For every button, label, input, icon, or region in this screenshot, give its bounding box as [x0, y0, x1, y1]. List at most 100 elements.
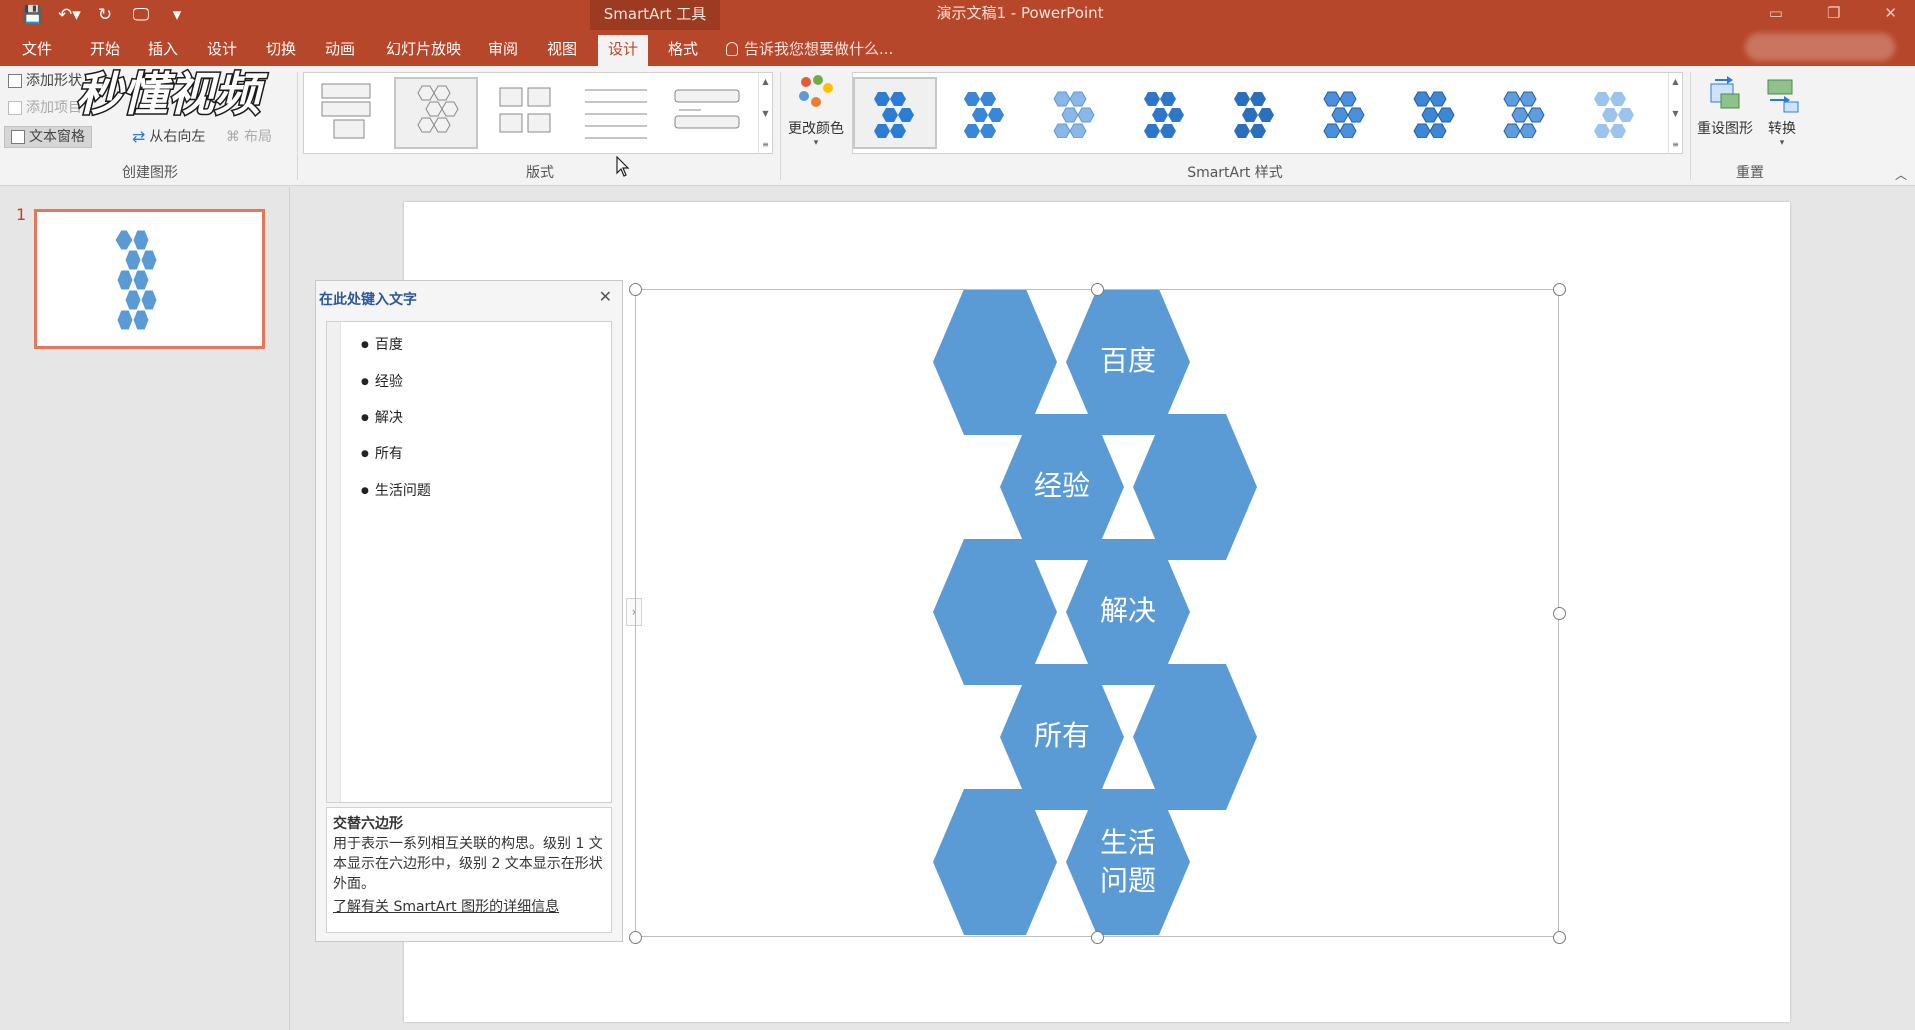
hexagon-shape[interactable]: [1133, 664, 1257, 810]
slideshow-icon[interactable]: 🖵: [130, 5, 152, 25]
smartart-text-pane: 在此处键入文字 ✕ 百度 经验 解决 所有 生活问题 交替六边形 用于表示一系列…: [315, 280, 623, 942]
resize-handle[interactable]: [1091, 931, 1104, 944]
style-option-8[interactable]: [1483, 77, 1567, 149]
reset-graphic-icon: [1710, 76, 1740, 109]
tab-format[interactable]: 格式: [658, 35, 708, 66]
hexagon-shape[interactable]: [933, 789, 1057, 935]
resize-handle[interactable]: [1091, 283, 1104, 296]
text-pane-icon: [11, 130, 25, 144]
text-pane-bullet-list[interactable]: 百度 经验 解决 所有 生活问题: [326, 321, 612, 803]
hex-label[interactable]: 百度: [1100, 344, 1156, 377]
bullet-item[interactable]: 百度: [361, 334, 403, 354]
mouse-cursor-icon: [616, 156, 630, 177]
bullet-item[interactable]: 所有: [361, 443, 403, 463]
bullet-item[interactable]: 生活问题: [361, 480, 431, 500]
save-icon[interactable]: 💾: [22, 5, 44, 25]
slide-thumbnails-pane: 1: [0, 187, 290, 1030]
layout-button[interactable]: ⌘ 布局: [226, 126, 272, 148]
bullet-item[interactable]: 经验: [361, 371, 403, 391]
thumbnail-hexagons: [114, 229, 158, 331]
layout-option-3[interactable]: [484, 77, 568, 149]
hex-label[interactable]: 所有: [1034, 719, 1090, 752]
collapse-ribbon-icon[interactable]: ︿: [1895, 166, 1907, 183]
smartart-frame[interactable]: 百度 经验 解决 所有 生活 问题: [629, 283, 1566, 944]
layouts-gallery[interactable]: ▲ ▼ ≡: [303, 72, 773, 154]
tell-me-box[interactable]: 告诉我您想要做什么...: [726, 35, 893, 63]
hexagon-shape[interactable]: [933, 290, 1057, 435]
create-graphic-group-label: 创建图形: [122, 165, 178, 181]
watermark-text: 秒懂视频: [76, 67, 268, 121]
layout-option-4[interactable]: [574, 77, 658, 149]
smartart-styles-group-label: SmartArt 样式: [1187, 165, 1283, 181]
right-to-left-button[interactable]: ⇄ 从右向左: [132, 126, 205, 148]
close-icon[interactable]: ✕: [1884, 4, 1897, 22]
learn-more-link[interactable]: 了解有关 SmartArt 图形的详细信息: [333, 897, 605, 917]
layout-description-title: 交替六边形: [333, 816, 403, 832]
hex-label[interactable]: 解决: [1100, 594, 1156, 627]
swap-arrows-icon: ⇄: [132, 127, 146, 146]
list-gutter: [327, 322, 341, 802]
add-shape-icon: [8, 74, 22, 88]
resize-handle[interactable]: [1553, 607, 1566, 620]
layout-description-body: 用于表示一系列相互关联的构思。级别 1 文本显示在六边形中，级别 2 文本显示在…: [333, 836, 603, 892]
styles-gallery-scroll[interactable]: ▲ ▼ ≡: [1668, 73, 1682, 153]
style-option-1[interactable]: [853, 77, 937, 149]
tab-slideshow[interactable]: 幻灯片放映: [376, 35, 471, 66]
layout-description: 交替六边形 用于表示一系列相互关联的构思。级别 1 文本显示在六边形中，级别 2…: [326, 807, 612, 933]
document-title: 演示文稿1 - PowerPoint: [936, 4, 1104, 22]
undo-icon[interactable]: ↶▾: [58, 5, 81, 25]
tab-review[interactable]: 审阅: [478, 35, 528, 66]
layout-icon: ⌘: [226, 129, 240, 145]
hexagon-shape[interactable]: [933, 539, 1057, 685]
hexagon-group: [933, 290, 1257, 935]
tab-file[interactable]: 文件: [12, 35, 62, 66]
lightbulb-icon: [726, 42, 738, 56]
restore-icon[interactable]: ❐: [1827, 4, 1840, 22]
convert-icon: [1767, 79, 1799, 113]
slide-thumbnail[interactable]: [34, 209, 265, 349]
hex-label[interactable]: 生活: [1100, 826, 1156, 859]
tab-view[interactable]: 视图: [537, 35, 587, 66]
resize-handle[interactable]: [629, 931, 642, 944]
text-pane-title: 在此处键入文字: [319, 292, 417, 308]
smartart-tools-label: SmartArt 工具: [590, 0, 720, 30]
style-option-9[interactable]: [1573, 77, 1657, 149]
customize-qat-icon[interactable]: ▾: [166, 5, 188, 25]
hex-label[interactable]: 经验: [1034, 469, 1090, 502]
tell-me-text: 告诉我您想要做什么...: [744, 40, 894, 58]
resize-handle[interactable]: [1553, 931, 1566, 944]
ribbon-display-icon[interactable]: ▭: [1769, 4, 1783, 22]
title-bar: 💾 ↶▾ ↻ 🖵 ▾ SmartArt 工具 演示文稿1 - PowerPoin…: [0, 0, 1915, 30]
style-option-2[interactable]: [943, 77, 1027, 149]
bullet-item[interactable]: 解决: [361, 407, 403, 427]
window-controls: ▭ ❐ ✕: [1769, 4, 1897, 22]
resize-handle[interactable]: [1553, 283, 1566, 296]
reset-graphic-button[interactable]: 重设图形: [1690, 70, 1760, 156]
hexagon-shape[interactable]: [1133, 414, 1257, 560]
layouts-group-label: 版式: [526, 165, 554, 181]
layout-option-5[interactable]: [664, 77, 748, 149]
watermark-logo: 秒懂视频: [75, 66, 270, 123]
redo-icon[interactable]: ↻: [94, 5, 116, 25]
tab-smartart-design[interactable]: 设计: [598, 35, 649, 66]
layouts-gallery-scroll[interactable]: ▲ ▼ ≡: [758, 73, 772, 153]
resize-handle[interactable]: [629, 283, 642, 296]
add-bullet-icon: [8, 101, 22, 115]
account-area[interactable]: [1745, 33, 1895, 61]
style-option-6[interactable]: [1303, 77, 1387, 149]
convert-button[interactable]: 转换 ▾: [1752, 70, 1812, 156]
text-pane-button[interactable]: 文本窗格: [4, 126, 92, 148]
style-option-4[interactable]: [1123, 77, 1207, 149]
layout-option-alternating-hexagons[interactable]: [394, 77, 478, 149]
style-option-5[interactable]: [1213, 77, 1297, 149]
style-option-3[interactable]: [1033, 77, 1117, 149]
quick-access-toolbar: 💾 ↶▾ ↻ 🖵 ▾: [22, 3, 188, 27]
smartart-styles-gallery[interactable]: ▲ ▼ ≡: [852, 72, 1683, 154]
close-icon[interactable]: ✕: [599, 287, 612, 306]
reset-group-label: 重置: [1736, 165, 1764, 181]
alternating-hexagons-graphic[interactable]: 百度 经验 解决 所有 生活 问题: [636, 290, 1560, 938]
hexagon-shape[interactable]: [1066, 789, 1190, 935]
change-colors-button[interactable]: 更改颜色 ▾: [781, 70, 851, 156]
hex-label[interactable]: 问题: [1100, 864, 1156, 897]
style-option-7[interactable]: [1393, 77, 1477, 149]
